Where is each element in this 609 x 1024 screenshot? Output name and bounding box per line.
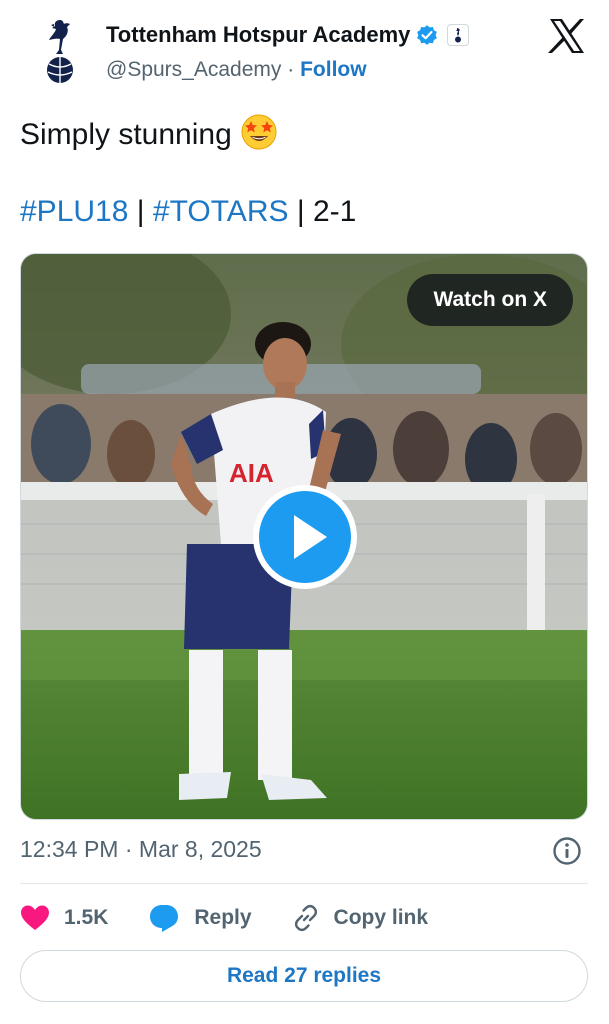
author-display-name[interactable]: Tottenham Hotspur Academy (106, 22, 410, 48)
tag-separator: | (296, 195, 305, 228)
tweet-time: 12:34 PM (20, 836, 119, 862)
read-replies-button[interactable]: Read 27 replies (20, 950, 588, 1002)
tag-separator: | (136, 195, 145, 228)
tweet-text: Simply stunning (20, 112, 278, 155)
handle-separator: · (287, 58, 295, 81)
star-struck-emoji-icon (241, 114, 277, 150)
heart-icon (21, 905, 49, 930)
like-count: 1.5K (64, 906, 109, 929)
tweet-actions: 1.5K Reply Copy link (20, 896, 468, 940)
spurs-crest-icon[interactable] (30, 14, 90, 88)
copy-link-label: Copy link (333, 906, 429, 929)
match-score: 2-1 (312, 195, 357, 228)
meta-separator: · (124, 836, 133, 862)
tweet-date: Mar 8, 2025 (138, 836, 262, 862)
like-button[interactable]: 1.5K (20, 904, 108, 932)
copy-link-button[interactable]: Copy link (292, 904, 429, 932)
tweet-hashtags: #PLU18 | #TOTARS | 2-1 (20, 192, 356, 232)
verified-badge-icon (417, 25, 438, 45)
watch-on-x-button[interactable]: Watch on X (407, 274, 573, 326)
author-name-row: Tottenham Hotspur Academy (106, 22, 470, 48)
video-thumbnail[interactable]: AIA Watch on X (20, 253, 588, 820)
author-handle[interactable]: @Spurs_Academy (106, 58, 281, 81)
affiliate-crest-icon[interactable] (447, 24, 470, 46)
tweet-timestamp[interactable]: 12:34 PM · Mar 8, 2025 (20, 836, 262, 863)
tweet-header: Tottenham Hotspur Academy @Spurs_Academy… (0, 0, 609, 100)
hashtag-totars[interactable]: #TOTARS (153, 195, 289, 228)
reply-button[interactable]: Reply (148, 903, 252, 933)
follow-button[interactable]: Follow (300, 58, 367, 81)
x-logo-icon[interactable] (548, 18, 586, 54)
reply-icon (150, 905, 179, 932)
play-icon[interactable] (251, 483, 359, 591)
link-icon (294, 904, 317, 932)
hashtag-plu18[interactable]: #PLU18 (20, 195, 128, 228)
tweet-text-body: Simply stunning (20, 118, 232, 151)
divider (20, 883, 588, 884)
author-handle-row: @Spurs_Academy · Follow (106, 58, 367, 82)
info-icon[interactable] (552, 836, 582, 866)
reply-label: Reply (194, 906, 252, 929)
